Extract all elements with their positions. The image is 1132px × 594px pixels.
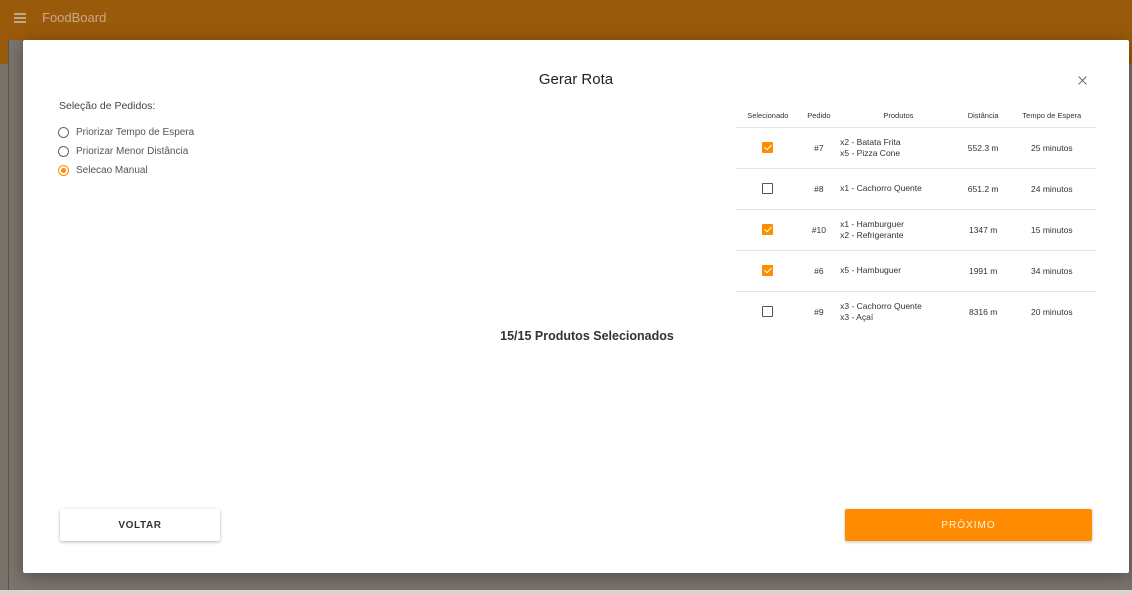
table-row: #8 x1 - Cachorro Quente 651.2 m 24 minut… [736, 168, 1096, 210]
selection-radio-group: Priorizar Tempo de Espera Priorizar Meno… [58, 123, 194, 180]
cell-products: x3 - Cachorro Quente x3 - Açaí [838, 291, 959, 332]
table-row: #10 x1 - Hamburguer x2 - Refrigerante 13… [736, 209, 1096, 251]
cell-wait: 25 minutos [1007, 127, 1096, 169]
radio-selecao-manual[interactable]: Selecao Manual [58, 161, 194, 180]
cell-products: x1 - Hamburguer x2 - Refrigerante [838, 209, 959, 251]
product-line: x1 - Cachorro Quente [840, 183, 922, 193]
cell-order: #8 [799, 168, 839, 210]
orders-table: Selecionado Pedido Produtos Distância Te… [736, 104, 1096, 332]
product-line: x3 - Cachorro Quente [840, 300, 922, 311]
table-header-row: Selecionado Pedido Produtos Distância Te… [736, 104, 1096, 128]
next-button[interactable]: PRÓXIMO [845, 509, 1092, 541]
cell-order: #10 [799, 209, 839, 251]
cell-products: x2 - Batata Frita x5 - Pizza Cone [838, 127, 959, 169]
selection-label: Seleção de Pedidos: [59, 100, 156, 112]
app-title: FoodBoard [42, 10, 107, 25]
checkbox-icon[interactable] [762, 183, 774, 195]
cell-order: #9 [814, 306, 824, 317]
cell-wait: 34 minutos [1007, 250, 1096, 292]
cell-distance: 1991 m [958, 250, 1008, 292]
cell-order: #7 [799, 127, 839, 169]
product-line: x5 - Hambuguer [840, 265, 902, 275]
cell-select [736, 291, 800, 332]
cell-select [736, 127, 800, 169]
cell-products: x5 - Hambuguer [838, 250, 959, 292]
checkbox-icon[interactable] [762, 306, 774, 318]
route-dialog: Gerar Rota Seleção de Pedidos: Priorizar… [23, 40, 1129, 573]
header-produtos: Produtos [838, 104, 959, 128]
table-row: #9 x3 - Cachorro Quente x3 - Açaí 8316 m… [736, 291, 1096, 332]
product-line: x2 - Batata Frita [840, 136, 901, 147]
cell-distance: 8316 m [968, 306, 998, 317]
header-distancia: Distância [958, 104, 1008, 128]
back-button[interactable]: VOLTAR [60, 509, 220, 541]
radio-button-icon[interactable] [58, 127, 69, 138]
cell-distance: 552.3 m [958, 127, 1008, 169]
radio-button-icon[interactable] [58, 146, 69, 157]
radio-label: Priorizar Menor Distância [76, 146, 189, 157]
cell-distance: 1347 m [958, 209, 1008, 251]
radio-label: Priorizar Tempo de Espera [76, 127, 195, 138]
dialog-title: Gerar Rota [538, 71, 614, 88]
radio-label: Selecao Manual [76, 165, 148, 176]
checkbox-checked-icon[interactable] [762, 224, 774, 236]
cell-order: #6 [799, 250, 839, 292]
table-row: #6 x5 - Hambuguer 1991 m 34 minutos [736, 250, 1096, 292]
radio-button-checked-icon[interactable] [58, 165, 69, 176]
selected-products-counter: 15/15 Produtos Selecionados [500, 329, 674, 343]
header-selecionado: Selecionado [736, 104, 800, 128]
product-line: x5 - Pizza Cone [840, 147, 901, 158]
menu-icon[interactable] [14, 12, 28, 24]
cell-wait: 24 minutos [1007, 168, 1096, 210]
cell-select [736, 209, 800, 251]
cell-select [736, 250, 800, 292]
cell-wait: 20 minutos [1031, 306, 1073, 317]
bottom-strip [0, 590, 1132, 594]
cell-wait: 15 minutos [1007, 209, 1096, 251]
header-tempo-espera: Tempo de Espera [1007, 104, 1096, 128]
table-row: #7 x2 - Batata Frita x5 - Pizza Cone 552… [736, 127, 1096, 169]
checkbox-checked-icon[interactable] [762, 265, 774, 277]
checkbox-checked-icon[interactable] [762, 142, 774, 154]
product-line: x1 - Hamburguer [840, 218, 904, 229]
cell-select [736, 168, 800, 210]
close-icon[interactable] [1073, 71, 1093, 91]
radio-priorizar-tempo[interactable]: Priorizar Tempo de Espera [58, 123, 194, 142]
radio-priorizar-distancia[interactable]: Priorizar Menor Distância [58, 142, 194, 161]
header-pedido: Pedido [799, 104, 839, 128]
product-line: x2 - Refrigerante [840, 229, 904, 240]
cell-distance: 651.2 m [958, 168, 1008, 210]
cell-products: x1 - Cachorro Quente [838, 168, 959, 210]
product-line: x3 - Açaí [840, 311, 874, 322]
